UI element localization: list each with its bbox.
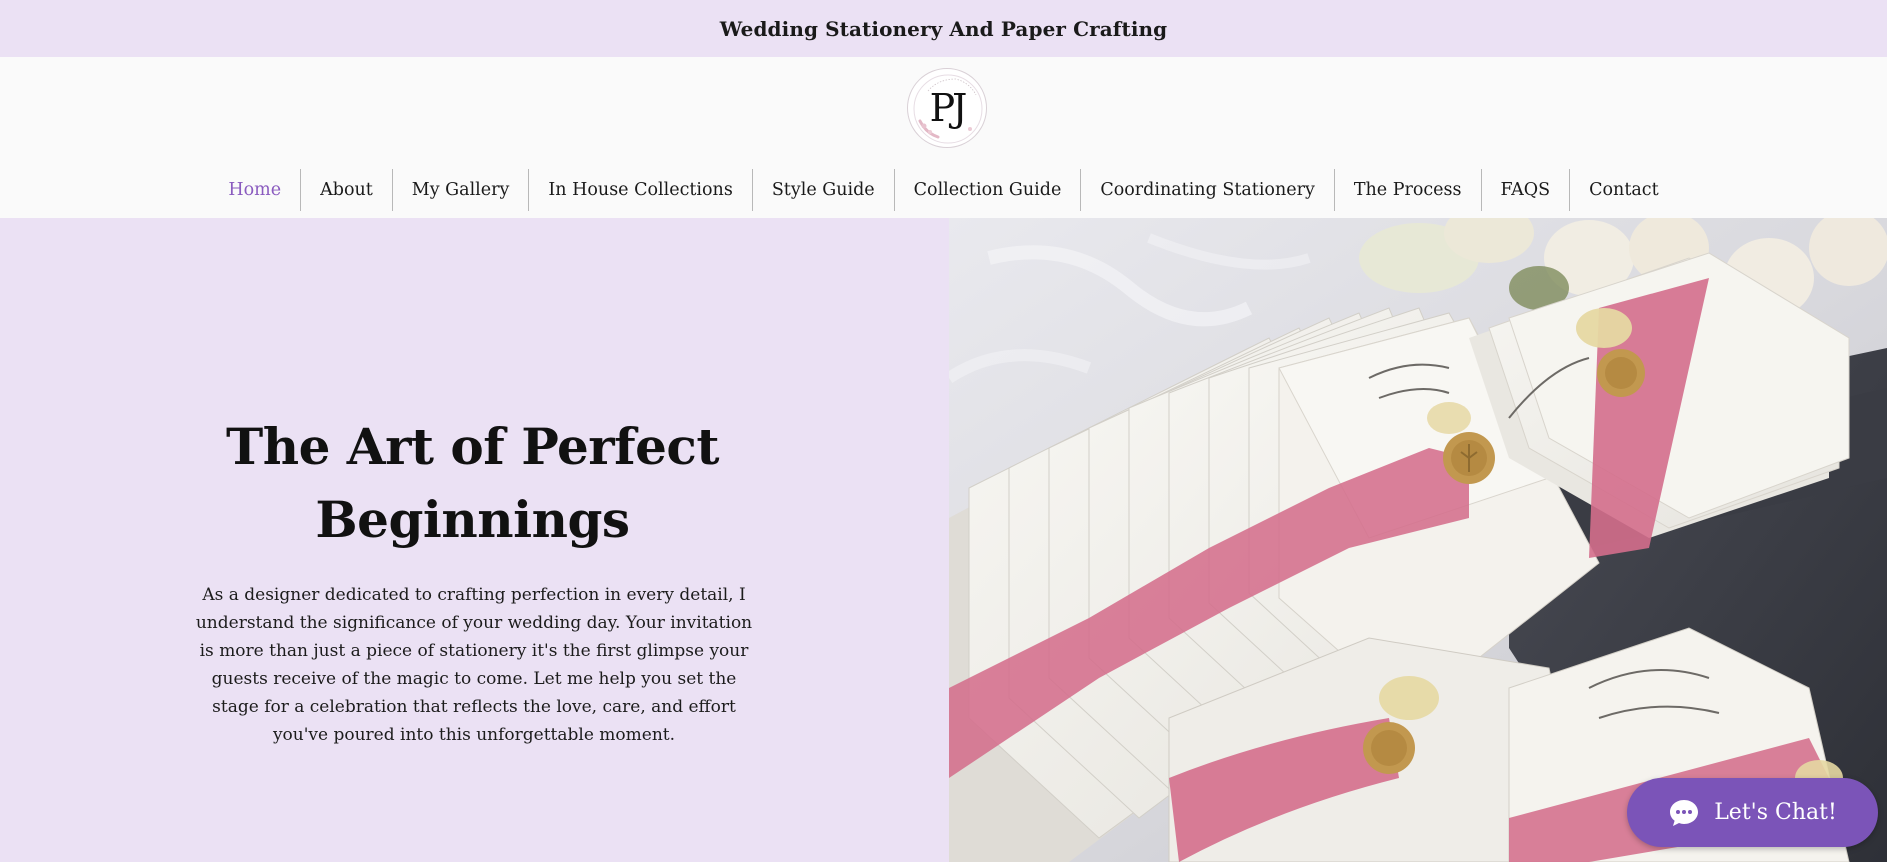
nav-item-contact[interactable]: Contact [1569,169,1678,211]
nav-item-style-guide[interactable]: Style Guide [751,169,894,211]
hero-title-line-1: The Art of Perfect [226,417,719,476]
logo-monogram: PJ [929,86,968,130]
nav-item-faqs[interactable]: FAQS [1480,169,1570,211]
logo[interactable]: PJ [907,68,987,148]
hero-image [949,218,1887,862]
nav-item-in-house-collections[interactable]: In House Collections [528,169,751,211]
invitation-photo [949,218,1887,862]
announcement-bar: Wedding Stationery And Paper Crafting [0,0,1887,57]
hero-description: As a designer dedicated to crafting perf… [195,585,753,745]
nav-item-home[interactable]: Home [209,169,300,211]
hero-section: The Art of Perfect Beginnings As a desig… [0,218,1887,862]
chat-bubble-icon [1670,799,1699,826]
main-nav: Home About My Gallery In House Collectio… [0,169,1887,211]
nav-item-the-process[interactable]: The Process [1333,169,1481,211]
nav-item-collection-guide[interactable]: Collection Guide [893,169,1081,211]
nav-item-my-gallery[interactable]: My Gallery [391,169,529,211]
site-header: PJ Home About My Gallery In House Collec… [0,57,1887,218]
nav-item-coordinating-stationery[interactable]: Coordinating Stationery [1080,169,1334,211]
chat-label: Let's Chat! [1714,800,1837,825]
chat-button[interactable]: Let's Chat! [1627,778,1878,847]
hero-title: The Art of Perfect Beginnings [150,410,795,556]
hero-title-line-2: Beginnings [315,490,630,549]
nav-item-about[interactable]: About [300,169,392,211]
hero-text-panel: The Art of Perfect Beginnings As a desig… [0,218,949,862]
announcement-title: Wedding Stationery And Paper Crafting [719,16,1168,41]
